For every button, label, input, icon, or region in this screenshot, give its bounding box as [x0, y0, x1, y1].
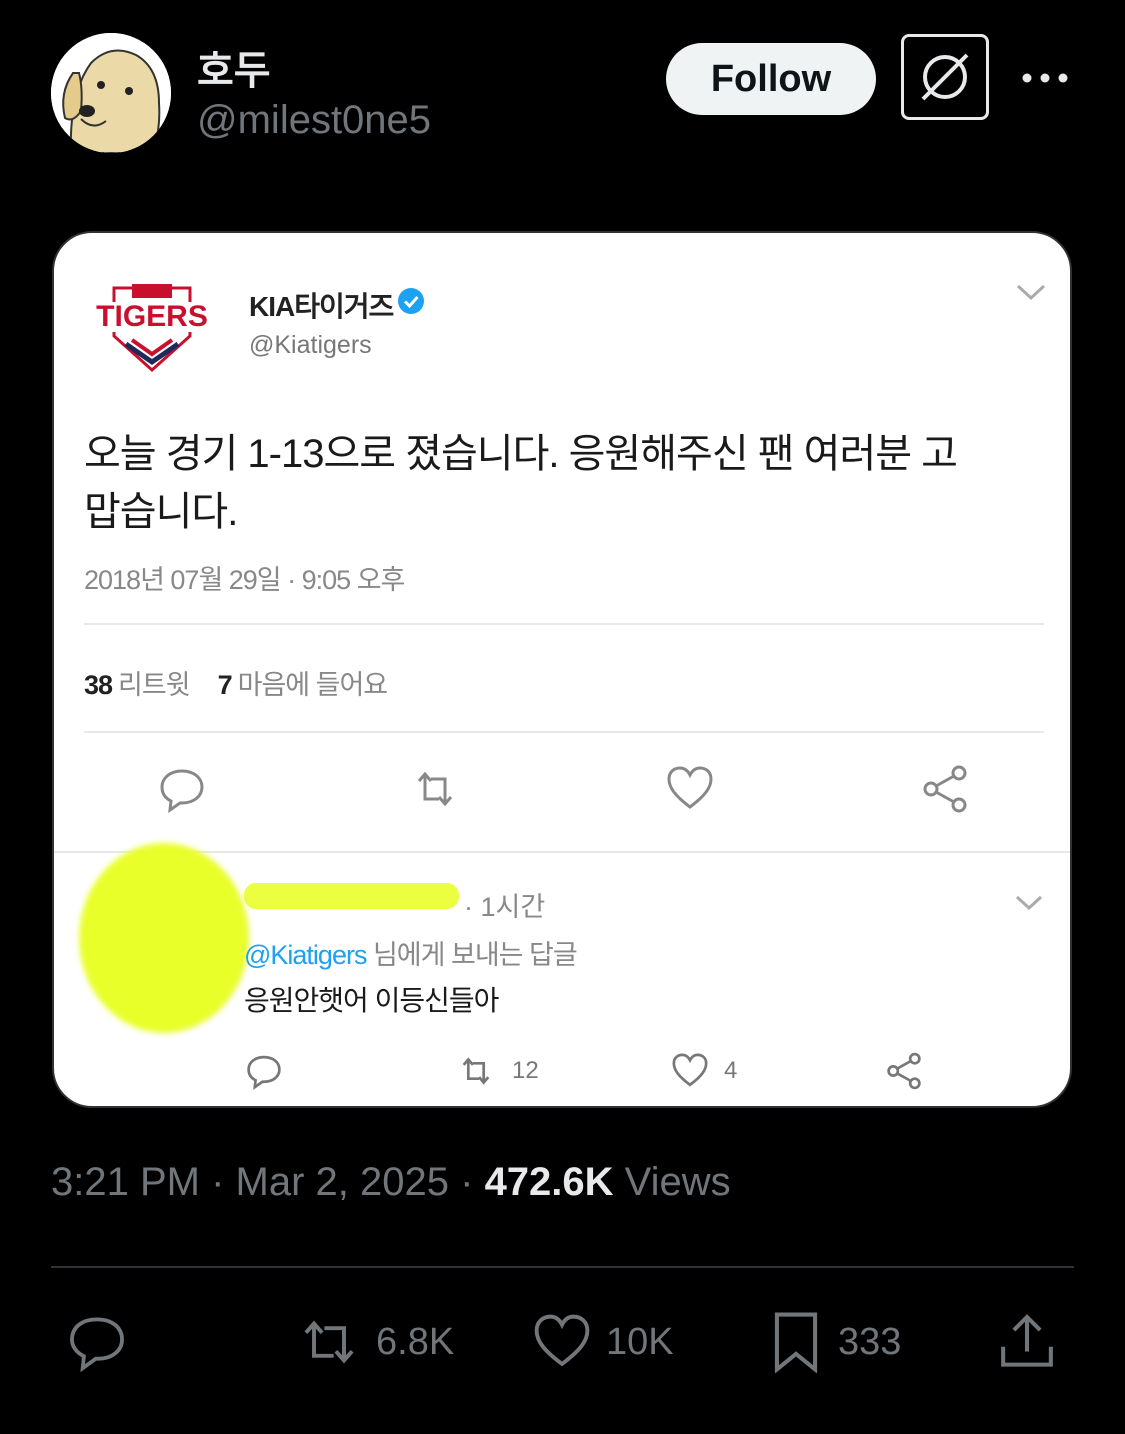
- reply-to-suffix: 님에게 보내는 답글: [366, 940, 578, 970]
- more-options-button[interactable]: [1020, 60, 1070, 96]
- post-meta: 3:21 PM · Mar 2, 2025 · 472.6K Views: [51, 1160, 731, 1204]
- chevron-down-icon: [1015, 895, 1043, 911]
- share-upload-icon: [1001, 1314, 1053, 1367]
- verified-badge-icon: [398, 288, 424, 314]
- grok-button[interactable]: [901, 34, 989, 120]
- reply-icon: [70, 1317, 124, 1373]
- reply-reply-action: [244, 1051, 284, 1091]
- reply-to-line: @Kiatigers 님에게 보내는 답글: [244, 933, 578, 972]
- embedded-screenshot[interactable]: TIGERS KIA타이거즈 @Kiatigers 오늘 경기 1-13으로 졌…: [52, 231, 1072, 1108]
- heart-icon: [534, 1314, 590, 1367]
- post-date[interactable]: Mar 2, 2025: [236, 1160, 449, 1204]
- redacted-author: [244, 883, 459, 909]
- heart-icon: [672, 1053, 708, 1087]
- display-name[interactable]: 호두: [197, 38, 271, 96]
- reply-like-action: 4: [670, 1051, 737, 1091]
- views-label: Views: [624, 1160, 731, 1204]
- grok-icon: [921, 53, 969, 101]
- chevron-down-icon: [1016, 284, 1046, 301]
- reply-icon: [160, 769, 204, 814]
- repost-icon: [304, 1320, 354, 1364]
- embedded-tweet-text: 오늘 경기 1-13으로 졌습니다. 응원해주신 팬 여러분 고맙습니다.: [84, 432, 958, 534]
- share-button[interactable]: [996, 1312, 1058, 1372]
- reply-to-handle: @Kiatigers: [244, 940, 367, 970]
- bookmark-count: 333: [838, 1320, 902, 1363]
- reply-retweet-action: 12: [454, 1051, 539, 1091]
- like-count: 10K: [606, 1320, 674, 1363]
- reply-retweet-count: 12: [512, 1057, 539, 1084]
- reply-time: · 1시간: [464, 892, 546, 922]
- divider: [84, 623, 1044, 625]
- like-label: 마음에 들어요: [237, 670, 389, 700]
- follow-button[interactable]: Follow: [666, 43, 876, 115]
- reply-share-action: [884, 1051, 924, 1091]
- reply-like-count: 4: [724, 1057, 738, 1084]
- embedded-stats: 38 리트윗 7 마음에 들어요: [84, 663, 389, 702]
- divider: [54, 851, 1070, 853]
- repost-count: 6.8K: [376, 1320, 455, 1363]
- bookmark-icon: [774, 1312, 818, 1373]
- divider: [84, 731, 1044, 733]
- svg-text:TIGERS: TIGERS: [96, 300, 208, 333]
- highlight-marker: [79, 843, 249, 1033]
- share-icon: [887, 1052, 921, 1090]
- views-count: 472.6K: [484, 1160, 614, 1204]
- reply-button[interactable]: [66, 1312, 128, 1373]
- reply-text: 응원안햇어 이등신들아: [244, 985, 499, 1016]
- retweet-icon: [462, 1057, 490, 1085]
- avatar[interactable]: [51, 33, 171, 153]
- retweet-icon: [417, 771, 453, 807]
- embedded-tweet-date: 2018년 07월 29일 · 9:05 오후: [84, 565, 405, 595]
- retweet-count: 38: [84, 670, 113, 700]
- like-button[interactable]: 10K: [532, 1312, 674, 1372]
- user-handle[interactable]: @milest0ne5: [197, 98, 431, 143]
- share-icon: [923, 765, 967, 813]
- more-icon: [1022, 73, 1068, 83]
- bookmark-button[interactable]: 333: [768, 1312, 902, 1373]
- dog-avatar-icon: [51, 33, 171, 153]
- embedded-account-name: KIA타이거즈: [249, 291, 394, 322]
- divider: [51, 1266, 1074, 1268]
- like-count: 7: [217, 670, 233, 700]
- heart-icon: [667, 766, 713, 809]
- reply-icon: [247, 1055, 281, 1090]
- post-time[interactable]: 3:21 PM: [51, 1160, 200, 1204]
- kia-tigers-logo: TIGERS: [96, 284, 208, 373]
- embedded-account-handle: @Kiatigers: [249, 331, 372, 359]
- repost-button[interactable]: 6.8K: [296, 1312, 454, 1372]
- retweet-label: 리트윗: [118, 670, 191, 700]
